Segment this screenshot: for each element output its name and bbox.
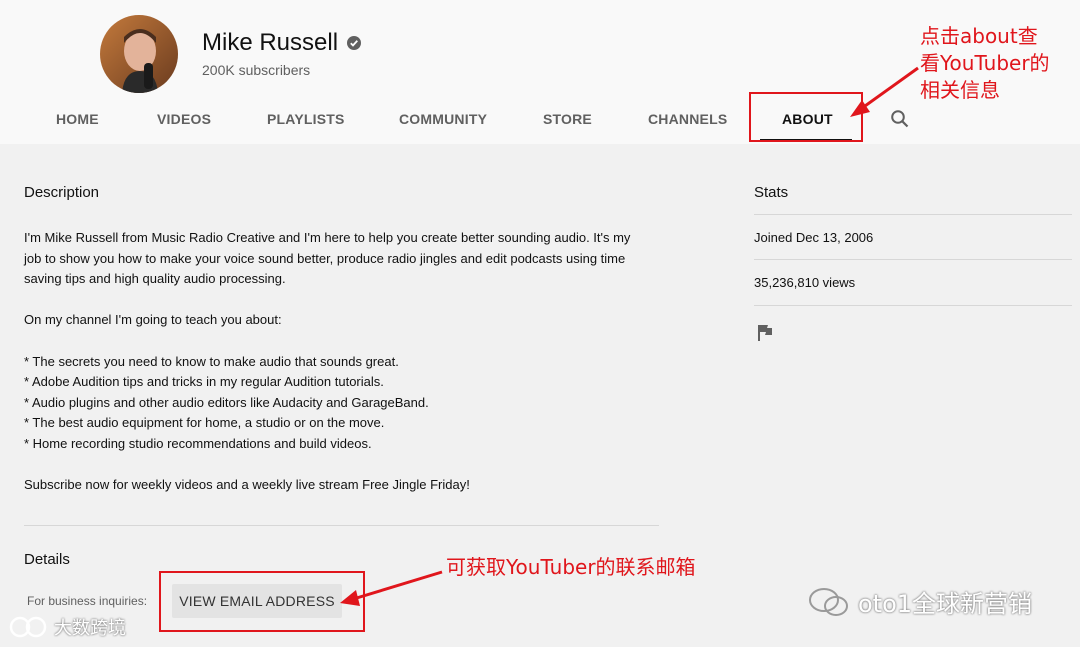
description-line: job to show you how to make your voice s… — [24, 250, 626, 266]
business-inquiries-label: For business inquiries: — [27, 594, 148, 608]
watermark-right-text: oto1全球新营销 — [858, 590, 1033, 618]
view-count: 35,236,810 views — [754, 275, 856, 290]
description-line: * Adobe Audition tips and tricks in my r… — [24, 374, 384, 390]
tab-community[interactable]: COMMUNITY — [399, 111, 487, 127]
watermark-right: oto1全球新营销 — [808, 584, 1032, 619]
divider — [24, 525, 659, 526]
joined-date: Joined Dec 13, 2006 — [754, 230, 874, 245]
email-highlight-box — [159, 571, 365, 632]
email-annotation: 可获取YouTuber的联系邮箱 — [446, 555, 696, 579]
about-annotation: 点击about查 看YouTuber的 相关信息 — [920, 23, 1050, 104]
tab-playlists[interactable]: PLAYLISTS — [267, 111, 345, 127]
description-line: * The best audio equipment for home, a s… — [24, 415, 385, 431]
channel-header: Mike Russell 200K subscribers HOME VIDEO… — [0, 0, 1080, 144]
description-text: I'm Mike Russell from Music Radio Creati… — [24, 228, 674, 496]
watermark-left-text: 大数跨境 — [54, 618, 126, 639]
description-line: * The secrets you need to know to make a… — [24, 353, 399, 369]
about-annotation-line: 点击about查 — [920, 24, 1038, 48]
description-line: * Audio plugins and other audio editors … — [24, 394, 429, 410]
wechat-icon — [809, 587, 848, 616]
verified-check-icon — [347, 36, 362, 50]
channel-avatar[interactable] — [100, 15, 178, 93]
divider — [754, 259, 1072, 260]
stats-heading: Stats — [754, 184, 789, 201]
subscriber-count: 200K subscribers — [202, 62, 311, 78]
description-line: saving tips and high quality audio proce… — [24, 271, 286, 287]
divider — [754, 305, 1072, 306]
tab-channels[interactable]: CHANNELS — [648, 111, 727, 127]
description-line: * Home recording studio recommendations … — [24, 435, 372, 451]
description-heading: Description — [24, 184, 100, 201]
description-line: On my channel I'm going to teach you abo… — [24, 312, 282, 328]
tab-videos[interactable]: VIDEOS — [157, 111, 211, 127]
details-heading: Details — [24, 551, 70, 568]
divider — [754, 214, 1072, 215]
tab-home[interactable]: HOME — [56, 111, 99, 127]
flag-icon[interactable] — [756, 324, 774, 347]
about-highlight-box — [749, 92, 863, 142]
tab-store[interactable]: STORE — [543, 111, 592, 127]
about-annotation-line: 相关信息 — [920, 78, 1000, 102]
search-icon[interactable] — [890, 109, 910, 134]
channel-name: Mike Russell — [202, 29, 339, 56]
about-annotation-line: 看YouTuber的 — [920, 51, 1050, 75]
description-line: I'm Mike Russell from Music Radio Creati… — [24, 230, 631, 245]
description-line: Subscribe now for weekly videos and a we… — [24, 477, 470, 493]
channel-title: Mike Russell — [202, 29, 362, 57]
watermark-left: 大数跨境 — [8, 614, 126, 640]
watermark-logo-icon — [9, 616, 47, 638]
